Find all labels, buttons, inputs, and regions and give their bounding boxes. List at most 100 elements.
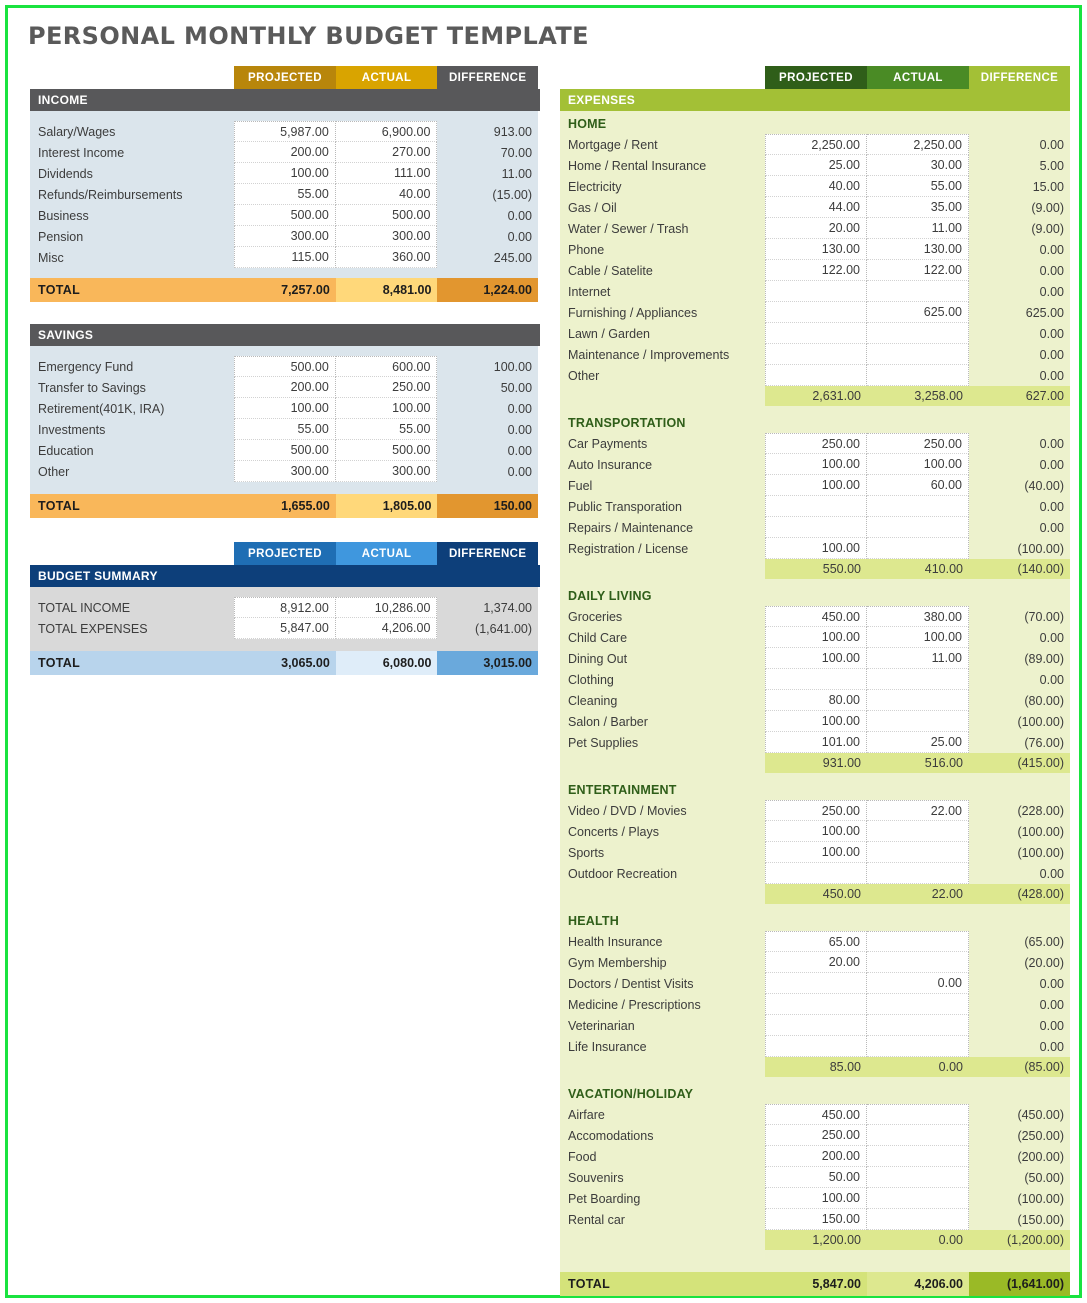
cell-projected[interactable]: 500.00 [234,356,336,377]
cell-projected[interactable]: 250.00 [765,433,867,454]
cell-actual[interactable] [867,669,969,690]
cell-projected[interactable]: 80.00 [765,690,867,711]
cell-actual[interactable] [867,496,969,517]
cell-actual[interactable] [867,1209,969,1230]
cell-actual[interactable]: 111.00 [335,163,438,184]
cell-projected[interactable] [765,1015,867,1036]
cell-projected[interactable]: 500.00 [234,440,336,461]
cell-projected[interactable]: 50.00 [765,1167,867,1188]
cell-projected[interactable]: 500.00 [234,205,336,226]
cell-projected[interactable]: 20.00 [765,952,867,973]
cell-projected[interactable]: 200.00 [234,377,336,398]
cell-actual[interactable] [867,517,969,538]
cell-projected[interactable] [765,281,867,302]
cell-actual[interactable]: 250.00 [335,377,438,398]
cell-actual[interactable]: 30.00 [867,155,969,176]
cell-projected[interactable]: 100.00 [765,538,867,559]
cell-actual[interactable] [867,842,969,863]
cell-projected[interactable]: 100.00 [765,842,867,863]
cell-projected[interactable] [765,994,867,1015]
cell-projected[interactable] [765,323,867,344]
cell-projected[interactable]: 250.00 [765,800,867,821]
cell-actual[interactable] [867,821,969,842]
cell-actual[interactable]: 100.00 [335,398,438,419]
cell-projected[interactable] [765,496,867,517]
cell-actual[interactable] [867,931,969,952]
cell-projected[interactable]: 115.00 [234,247,336,268]
cell-projected[interactable]: 25.00 [765,155,867,176]
cell-actual[interactable]: 22.00 [867,800,969,821]
cell-projected[interactable]: 5,987.00 [234,121,336,142]
cell-projected[interactable]: 250.00 [765,1125,867,1146]
cell-actual[interactable] [867,1146,969,1167]
cell-projected[interactable] [765,669,867,690]
cell-actual[interactable]: 100.00 [867,454,969,475]
cell-actual[interactable] [867,323,969,344]
cell-projected[interactable]: 450.00 [765,1104,867,1125]
cell-actual[interactable]: 25.00 [867,732,969,753]
cell-actual[interactable]: 35.00 [867,197,969,218]
cell-actual[interactable]: 600.00 [335,356,438,377]
cell-actual[interactable]: 122.00 [867,260,969,281]
cell-actual[interactable]: 0.00 [867,973,969,994]
cell-projected[interactable]: 100.00 [765,627,867,648]
cell-actual[interactable]: 40.00 [335,184,438,205]
cell-actual[interactable] [867,1188,969,1209]
cell-projected[interactable]: 55.00 [234,184,336,205]
cell-projected[interactable]: 44.00 [765,197,867,218]
cell-projected[interactable] [765,1036,867,1057]
cell-projected[interactable]: 200.00 [765,1146,867,1167]
cell-actual[interactable]: 250.00 [867,433,969,454]
cell-actual[interactable] [867,344,969,365]
cell-projected[interactable]: 55.00 [234,419,336,440]
cell-projected[interactable] [765,302,867,323]
cell-projected[interactable]: 100.00 [765,711,867,732]
cell-projected[interactable]: 5,847.00 [234,618,336,639]
cell-actual[interactable] [867,863,969,884]
cell-projected[interactable] [765,365,867,386]
cell-actual[interactable] [867,365,969,386]
cell-projected[interactable]: 450.00 [765,606,867,627]
cell-actual[interactable]: 6,900.00 [335,121,438,142]
cell-projected[interactable]: 200.00 [234,142,336,163]
cell-projected[interactable]: 40.00 [765,176,867,197]
cell-projected[interactable]: 122.00 [765,260,867,281]
cell-actual[interactable]: 2,250.00 [867,134,969,155]
cell-projected[interactable]: 100.00 [234,398,336,419]
cell-actual[interactable]: 500.00 [335,440,438,461]
cell-actual[interactable]: 55.00 [335,419,438,440]
cell-actual[interactable] [867,1015,969,1036]
cell-actual[interactable]: 300.00 [335,226,438,247]
cell-actual[interactable]: 10,286.00 [335,597,438,618]
cell-projected[interactable]: 65.00 [765,931,867,952]
cell-projected[interactable]: 300.00 [234,461,336,482]
cell-projected[interactable]: 100.00 [765,648,867,669]
cell-actual[interactable] [867,1167,969,1188]
cell-actual[interactable] [867,1104,969,1125]
cell-projected[interactable]: 100.00 [765,454,867,475]
cell-projected[interactable] [765,344,867,365]
cell-actual[interactable] [867,538,969,559]
cell-actual[interactable] [867,994,969,1015]
cell-projected[interactable]: 100.00 [234,163,336,184]
cell-actual[interactable]: 625.00 [867,302,969,323]
cell-actual[interactable]: 130.00 [867,239,969,260]
cell-actual[interactable]: 55.00 [867,176,969,197]
cell-actual[interactable]: 380.00 [867,606,969,627]
cell-projected[interactable]: 101.00 [765,732,867,753]
cell-projected[interactable]: 300.00 [234,226,336,247]
cell-projected[interactable]: 100.00 [765,475,867,496]
cell-projected[interactable] [765,973,867,994]
cell-projected[interactable]: 2,250.00 [765,134,867,155]
cell-actual[interactable] [867,281,969,302]
cell-projected[interactable]: 20.00 [765,218,867,239]
cell-projected[interactable]: 130.00 [765,239,867,260]
cell-actual[interactable] [867,1125,969,1146]
cell-projected[interactable] [765,863,867,884]
cell-actual[interactable]: 360.00 [335,247,438,268]
cell-actual[interactable] [867,690,969,711]
cell-actual[interactable]: 11.00 [867,218,969,239]
cell-actual[interactable] [867,711,969,732]
cell-projected[interactable] [765,517,867,538]
cell-actual[interactable]: 4,206.00 [335,618,438,639]
